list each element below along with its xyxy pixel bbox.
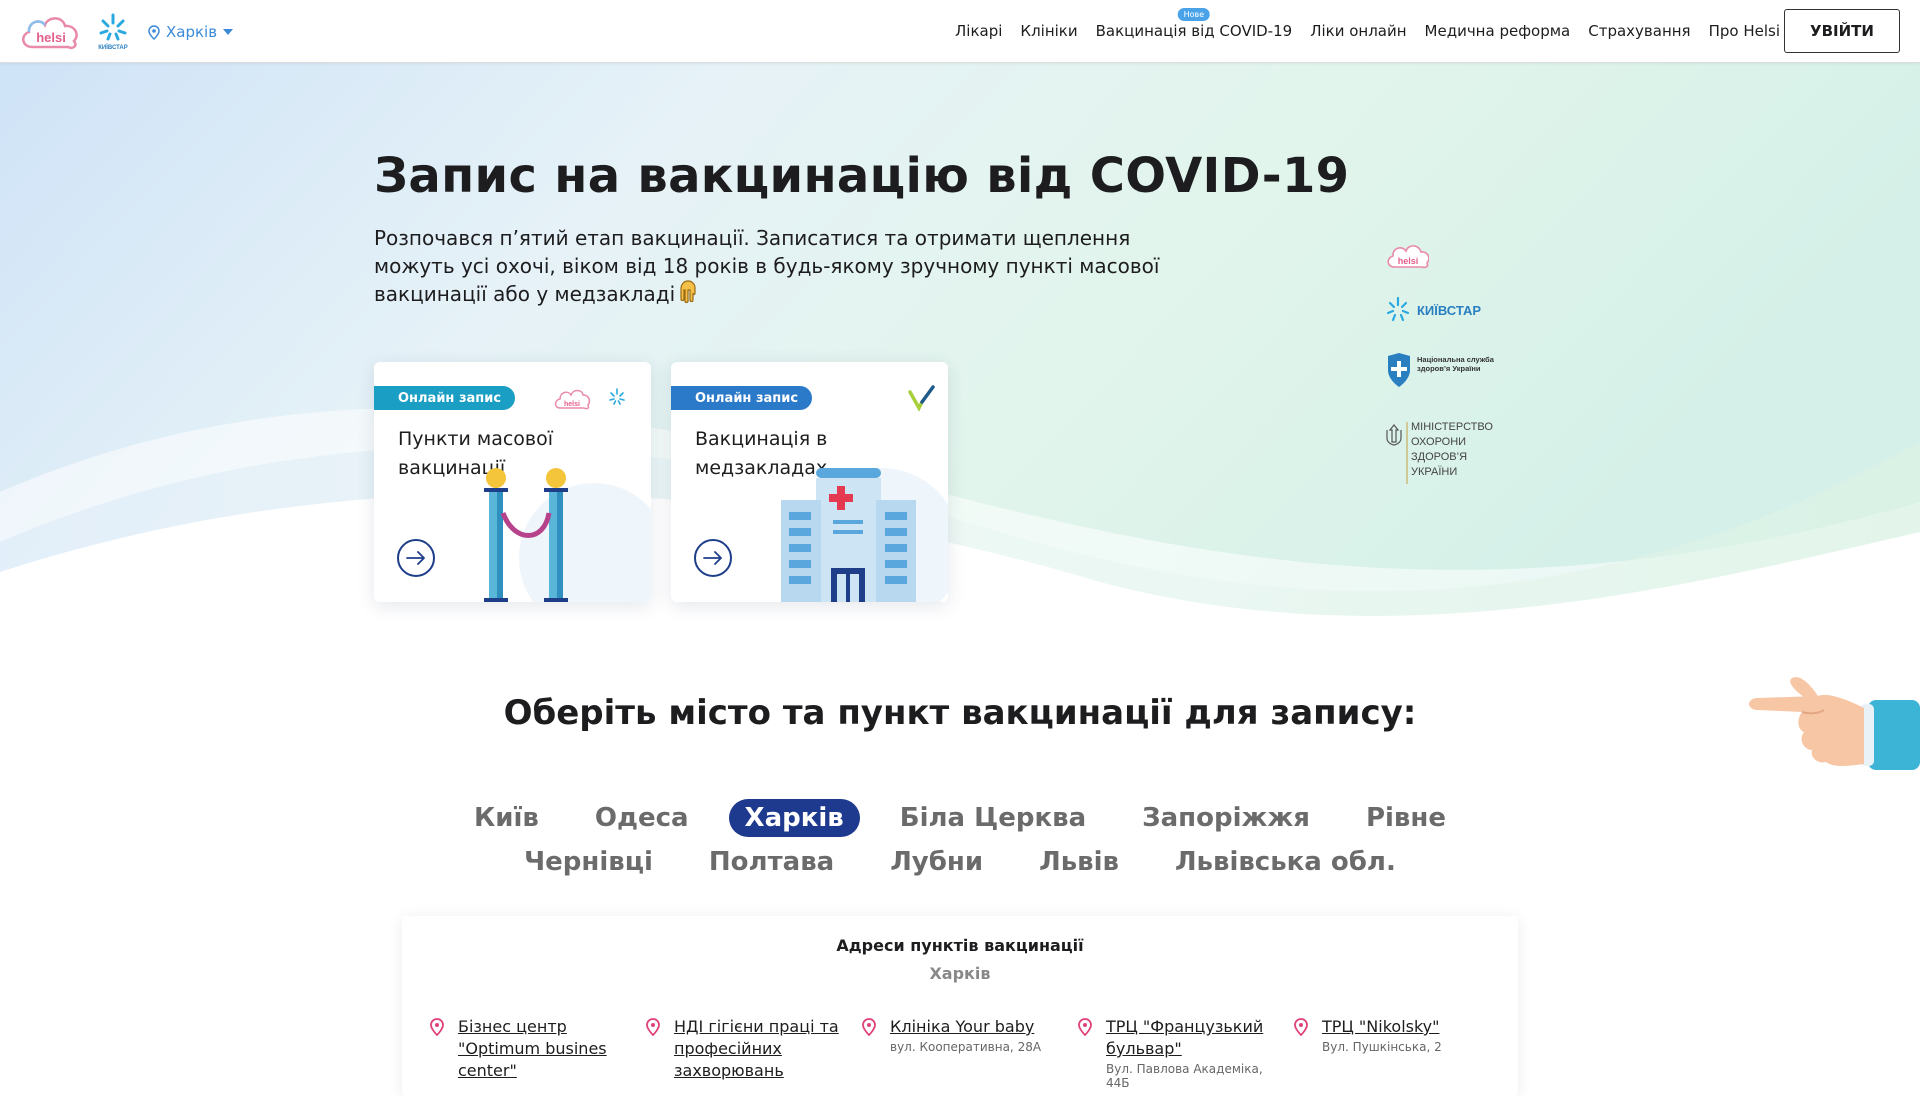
svg-text:ЗДОРОВ’Я: ЗДОРОВ’Я <box>1411 451 1467 463</box>
city-selector[interactable]: Харків <box>148 21 234 43</box>
city-row: Чернівці Полтава Лубни Львів Львівська о… <box>508 841 1412 883</box>
address-street: Вул. Пушкінська, 2 <box>1322 1040 1442 1054</box>
login-button[interactable]: УВІЙТИ <box>1784 9 1900 53</box>
section-title: Оберіть місто та пункт вакцинації для за… <box>503 693 1417 733</box>
helsi-logo[interactable]: helsi <box>18 11 84 53</box>
svg-text:helsi: helsi <box>1398 256 1419 266</box>
svg-text:КИЇВСТАР: КИЇВСТАР <box>1417 303 1481 318</box>
location-pin-icon <box>148 24 160 40</box>
address-street: Вул. Павлова Академіка, 44Б <box>1106 1062 1263 1090</box>
address-link[interactable]: ТРЦ "Nikolsky" <box>1322 1016 1494 1038</box>
city-tab-lubny[interactable]: Лубни <box>874 843 999 881</box>
city-tab-lviv[interactable]: Львів <box>1023 843 1135 881</box>
nszu-partner-name: Національна служба здоров’я України <box>1417 355 1494 373</box>
city-tab-kyiv[interactable]: Київ <box>458 799 555 837</box>
svg-text:ОХОРОНИ: ОХОРОНИ <box>1411 436 1466 448</box>
address-link[interactable]: Бізнес центр "Optimum busines center" <box>458 1016 630 1082</box>
city-tab-odesa[interactable]: Одеса <box>579 799 705 837</box>
address-street: вул. Кооперативна, 28А <box>890 1040 1042 1054</box>
address-item: НДІ гігієни праці та професійних захворю… <box>646 1016 846 1084</box>
kyivstar-partner-logo: КИЇВСТАР <box>1386 296 1481 322</box>
nav-medical-reform[interactable]: Медична реформа <box>1425 22 1571 40</box>
queue-barrier-illustration <box>484 468 651 602</box>
svg-text:МІНІСТЕРСТВО: МІНІСТЕРСТВО <box>1411 421 1493 433</box>
address-item: Клініка Your baby вул. Кооперативна, 28А <box>862 1016 1062 1054</box>
new-badge: Нове <box>1177 8 1211 21</box>
address-link[interactable]: НДІ гігієни праці та професійних захворю… <box>674 1016 846 1082</box>
top-header: helsi КИЇВСТАР Харків Лікарі Клініки Вак… <box>0 0 1920 63</box>
svg-text:helsi: helsi <box>564 401 580 408</box>
card-vaccination-in-clinics[interactable]: Онлайн запис Вакцинація в медзакладах <box>671 362 948 602</box>
address-item: Бізнес центр "Optimum busines center" <box>430 1016 630 1084</box>
chevron-down-icon <box>223 29 234 35</box>
nav-medicines-online[interactable]: Ліки онлайн <box>1310 22 1406 40</box>
location-pin-icon <box>430 1018 444 1036</box>
hero-subtitle-text: Розпочався п’ятий етап вакцинації. Запис… <box>374 226 1160 306</box>
city-tab-zaporizhzhia[interactable]: Запоріжжя <box>1126 799 1326 837</box>
city-tabs: Київ Одеса Харків Біла Церква Запоріжжя … <box>0 797 1920 883</box>
address-link[interactable]: ТРЦ "Французький бульвар" <box>1106 1016 1278 1060</box>
svg-text:helsi: helsi <box>36 30 66 45</box>
address-item: ТРЦ "Французький бульвар" Вул. Павлова А… <box>1078 1016 1278 1090</box>
clinic-check-logo <box>908 385 935 412</box>
city-selector-label: Харків <box>166 23 218 41</box>
city-tab-poltava[interactable]: Полтава <box>693 843 850 881</box>
city-tab-bila-tserkva[interactable]: Біла Церква <box>884 799 1102 837</box>
nav-vaccination-label: Вакцинація від COVID-19 <box>1095 22 1293 40</box>
address-link[interactable]: Клініка Your baby <box>890 1016 1062 1038</box>
city-row: Київ Одеса Харків Біла Церква Запоріжжя … <box>458 797 1462 839</box>
address-item: ТРЦ "Nikolsky" Вул. Пушкінська, 2 <box>1294 1016 1494 1054</box>
location-pin-icon <box>646 1018 660 1036</box>
location-pin-icon <box>862 1018 876 1036</box>
svg-text:КИЇВСТАР: КИЇВСТАР <box>98 44 128 51</box>
main-nav: Лікарі Клініки Вакцинація від COVID-19 Н… <box>955 0 1780 62</box>
nav-vaccination[interactable]: Вакцинація від COVID-19 Нове <box>1095 8 1293 40</box>
panel-title: Адреси пунктів вакцинації <box>836 936 1084 955</box>
arrow-right-icon[interactable] <box>397 539 435 577</box>
nszu-partner-logo: Національна служба здоров’я України <box>1388 353 1494 387</box>
hospital-building-illustration <box>781 468 948 602</box>
location-pin-icon <box>1294 1018 1308 1036</box>
pointing-down-emoji-icon <box>679 280 699 311</box>
online-booking-badge: Онлайн запис <box>671 386 813 410</box>
nav-insurance[interactable]: Страхування <box>1588 22 1690 40</box>
helsi-kyivstar-mini-logos: helsi <box>554 388 625 410</box>
city-tab-lviv-region[interactable]: Львівська обл. <box>1159 843 1412 881</box>
moz-partner-logo: МІНІСТЕРСТВО ОХОРОНИ ЗДОРОВ’Я УКРАЇНИ <box>1386 421 1493 484</box>
vaccination-addresses-panel: Адреси пунктів вакцинації Харків Бізнес … <box>402 916 1518 1096</box>
nav-doctors[interactable]: Лікарі <box>955 22 1002 40</box>
city-tab-kharkiv[interactable]: Харків <box>728 799 860 837</box>
hero-subtitle: Розпочався п’ятий етап вакцинації. Запис… <box>374 224 1214 311</box>
arrow-right-icon[interactable] <box>694 539 732 577</box>
helsi-partner-logo: helsi <box>1387 245 1429 269</box>
location-pin-icon <box>1078 1018 1092 1036</box>
city-tab-rivne[interactable]: Рівне <box>1350 799 1462 837</box>
page-title: Запис на вакцинацію від COVID-19 <box>374 148 1350 204</box>
svg-text:УКРАЇНИ: УКРАЇНИ <box>1411 466 1457 478</box>
kyivstar-logo[interactable]: КИЇВСТАР <box>94 12 132 52</box>
online-booking-badge: Онлайн запис <box>374 386 516 410</box>
city-tab-chernivtsi[interactable]: Чернівці <box>508 843 669 881</box>
nav-clinics[interactable]: Клініки <box>1020 22 1077 40</box>
panel-city: Харків <box>929 964 991 983</box>
nav-about-helsi[interactable]: Про Helsi <box>1709 22 1780 40</box>
card-mass-vaccination-points[interactable]: Онлайн запис helsi Пункти масової вакцин… <box>374 362 651 602</box>
